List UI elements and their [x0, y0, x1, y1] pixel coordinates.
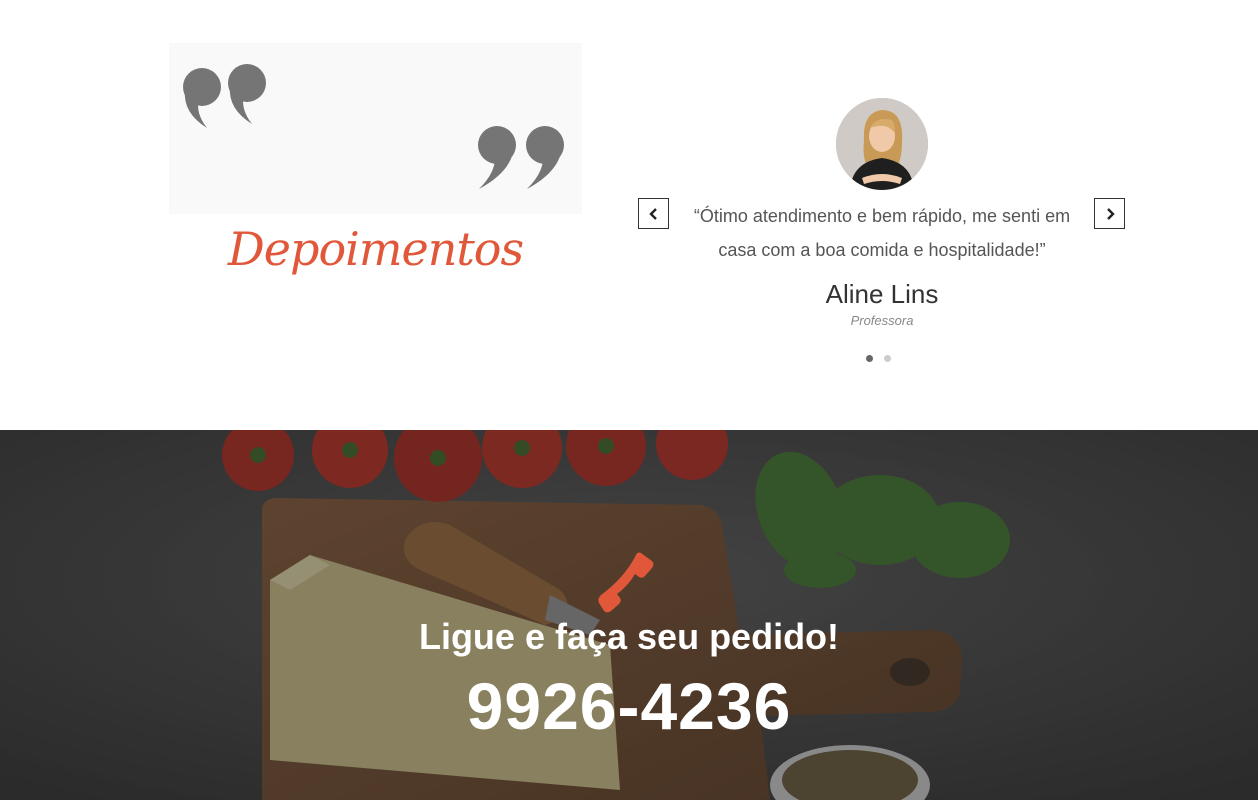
quote-marks-image: [169, 43, 582, 214]
author-role: Professora: [850, 313, 914, 328]
phone-icon: [595, 551, 659, 620]
cta-phone-number[interactable]: 9926-4236: [0, 668, 1258, 744]
carousel-dot-1[interactable]: [866, 355, 873, 362]
chevron-left-icon: [648, 207, 657, 220]
cta-text: Ligue e faça seu pedido!: [418, 616, 840, 657]
carousel-next-button[interactable]: [1094, 198, 1125, 229]
section-title: Depoimentos: [227, 222, 524, 276]
author-name: Aline Lins: [825, 279, 939, 309]
woman-portrait-icon: [836, 98, 928, 190]
order-cta-section: Ligue e faça seu pedido! 9926-4236: [0, 430, 1258, 800]
carousel-prev-button[interactable]: [638, 198, 669, 229]
testimonials-section: Depoimentos “Ótimo atendimento e bem ráp…: [0, 0, 1258, 430]
carousel-dot-2[interactable]: [884, 355, 891, 362]
carousel-dots: [866, 355, 891, 363]
quote-marks-icon: [183, 64, 564, 189]
testimonial-text: “Ótimo atendimento e bem rápido, me sent…: [693, 206, 1071, 260]
author-avatar: [836, 98, 928, 190]
chevron-right-icon: [1106, 207, 1115, 220]
